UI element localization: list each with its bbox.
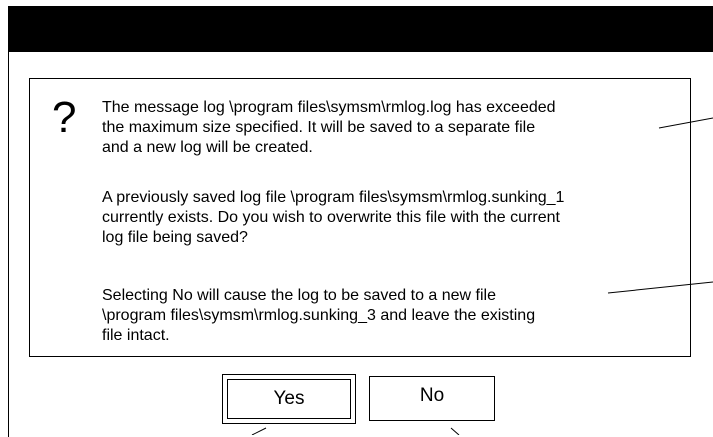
yes-button-label: Yes (227, 379, 351, 419)
message-paragraph-no-option: Selecting No will cause the log to be sa… (102, 287, 536, 344)
title-bar[interactable] (8, 6, 713, 52)
message-paragraph-exceeded: The message log \program files\symsm\rml… (102, 99, 556, 156)
yes-button[interactable]: Yes (222, 374, 356, 424)
question-mark-icon: ? (52, 93, 77, 142)
message-paragraph-overwrite: A previously saved log file \program fil… (102, 189, 565, 246)
no-button[interactable]: No (369, 376, 495, 421)
